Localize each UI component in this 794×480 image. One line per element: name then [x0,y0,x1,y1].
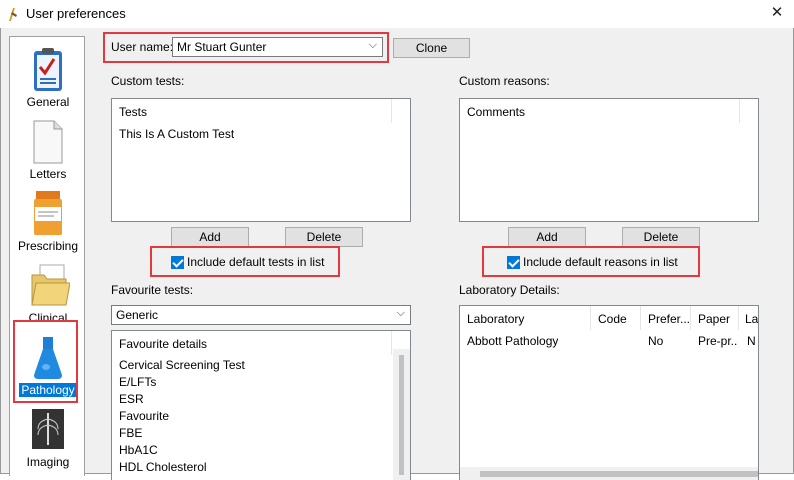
chevron-down-icon: ⌵ [396,307,405,319]
favourite-tests-label: Favourite tests: [111,283,194,297]
folder-icon [31,264,70,306]
table-cell-paper[interactable]: Pre-pr... [698,334,738,348]
xray-icon [32,409,64,449]
list-item[interactable]: Favourite [119,409,169,423]
add-test-button[interactable]: Add [171,227,249,247]
custom-reasons-label: Custom reasons: [459,74,550,88]
sidebar-item-label: Prescribing [17,239,79,253]
category-sidebar: General Letters Prescribing Clinical Pat… [9,36,85,476]
favourite-group-value: Generic [116,308,159,322]
sidebar-item-label: General [26,95,70,109]
list-item[interactable]: ESR [119,392,144,406]
user-name-highlight [103,32,389,63]
sidebar-item-label: Letters [29,167,67,181]
custom-tests-list[interactable]: Tests This Is A Custom Test [111,98,411,222]
vertical-scrollbar[interactable] [393,349,410,480]
pathology-highlight [13,320,78,403]
clipboard-icon [34,48,62,91]
scrollbar-thumb[interactable] [480,471,758,477]
list-item[interactable]: FBE [119,426,142,440]
document-icon [33,120,63,164]
favourite-tests-list[interactable]: Favourite details Cervical Screening Tes… [111,330,411,480]
column-header-preferred[interactable]: Prefer... [641,306,691,330]
delete-reason-button[interactable]: Delete [622,227,700,247]
scrollbar-thumb[interactable] [399,355,404,475]
app-logo-icon [9,8,17,21]
column-header-comments[interactable]: Comments [460,99,740,123]
column-header-laboratory[interactable]: Laboratory [460,306,591,330]
title-bar: User preferences ✕ [0,0,794,28]
pill-bottle-icon [34,191,62,235]
table-cell-laboratory[interactable]: Abbott Pathology [467,334,558,348]
include-tests-highlight [150,246,340,277]
list-item[interactable]: HDL Cholesterol [119,460,207,474]
column-header-la[interactable]: La [739,306,758,330]
table-cell-preferred[interactable]: No [648,334,663,348]
sidebar-item-letters[interactable]: Letters [10,113,84,185]
column-header-paper[interactable]: Paper [691,306,739,330]
clone-button[interactable]: Clone [393,38,470,58]
sidebar-item-general[interactable]: General [10,41,84,113]
laboratory-details-label: Laboratory Details: [459,283,560,297]
favourite-group-select[interactable]: Generic ⌵ [111,305,411,325]
sidebar-item-label: Imaging [26,455,70,469]
laboratory-list[interactable]: Laboratory Code Prefer... Paper La Abbot… [459,305,759,480]
sidebar-item-imaging[interactable]: Imaging [10,401,84,473]
window-title: User preferences [26,6,126,21]
list-item[interactable]: Cervical Screening Test [119,358,245,372]
list-item[interactable]: HbA1C [119,443,158,457]
sidebar-item-prescribing[interactable]: Prescribing [10,185,84,257]
custom-tests-label: Custom tests: [111,74,185,88]
sidebar-item-clinical[interactable]: Clinical [10,257,84,329]
custom-reasons-list[interactable]: Comments [459,98,759,222]
add-reason-button[interactable]: Add [508,227,586,247]
column-header-favourite-details[interactable]: Favourite details [112,331,392,355]
column-header-tests[interactable]: Tests [112,99,392,123]
table-cell-la[interactable]: N [747,334,758,348]
include-reasons-highlight [482,246,700,277]
list-item[interactable]: This Is A Custom Test [119,127,234,141]
delete-test-button[interactable]: Delete [285,227,363,247]
list-item[interactable]: E/LFTs [119,375,156,389]
close-button[interactable]: ✕ [764,2,790,24]
column-header-code[interactable]: Code [591,306,641,330]
dialog-body: General Letters Prescribing Clinical Pat… [0,28,794,480]
